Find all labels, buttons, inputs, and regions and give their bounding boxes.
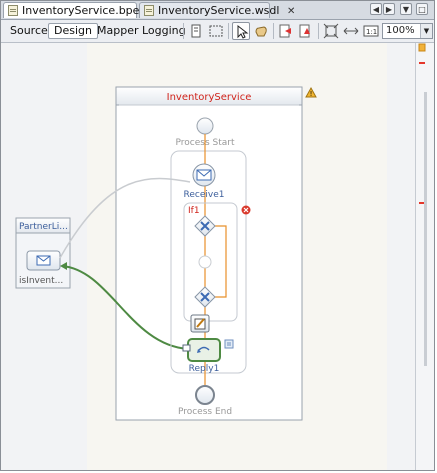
empty-placeholder[interactable] (198, 255, 212, 269)
bpel-diagram: InventoryService ! PartnerLi... isInvent… (15, 43, 427, 421)
partner-link-name: isInvent... (19, 276, 63, 286)
error-icon[interactable] (241, 205, 251, 215)
receive-activity[interactable] (192, 163, 216, 187)
warning-icon[interactable]: ! (305, 86, 317, 98)
reply-label: Reply1 (189, 364, 220, 374)
process-end-node[interactable] (195, 385, 215, 405)
partner-link[interactable]: PartnerLi... isInvent... (15, 217, 71, 289)
stripe-track (424, 92, 427, 366)
assign-activity[interactable] (190, 314, 210, 333)
error-stripe-marker[interactable] (419, 62, 425, 64)
reply-port-icon (182, 344, 191, 352)
if-label: If1 (188, 206, 200, 216)
warning-stripe-marker[interactable] (418, 43, 426, 52)
envelope-icon (36, 255, 51, 266)
documentation-icon[interactable] (224, 339, 234, 349)
partner-link-title: PartnerLi... (19, 222, 68, 232)
svg-text:!: ! (310, 90, 313, 98)
process-end-label: Process End (178, 407, 232, 417)
reply-activity[interactable] (182, 338, 221, 362)
process-title: InventoryService (167, 92, 252, 103)
process-start-node[interactable] (196, 117, 214, 135)
receive-label: Receive1 (184, 190, 225, 200)
